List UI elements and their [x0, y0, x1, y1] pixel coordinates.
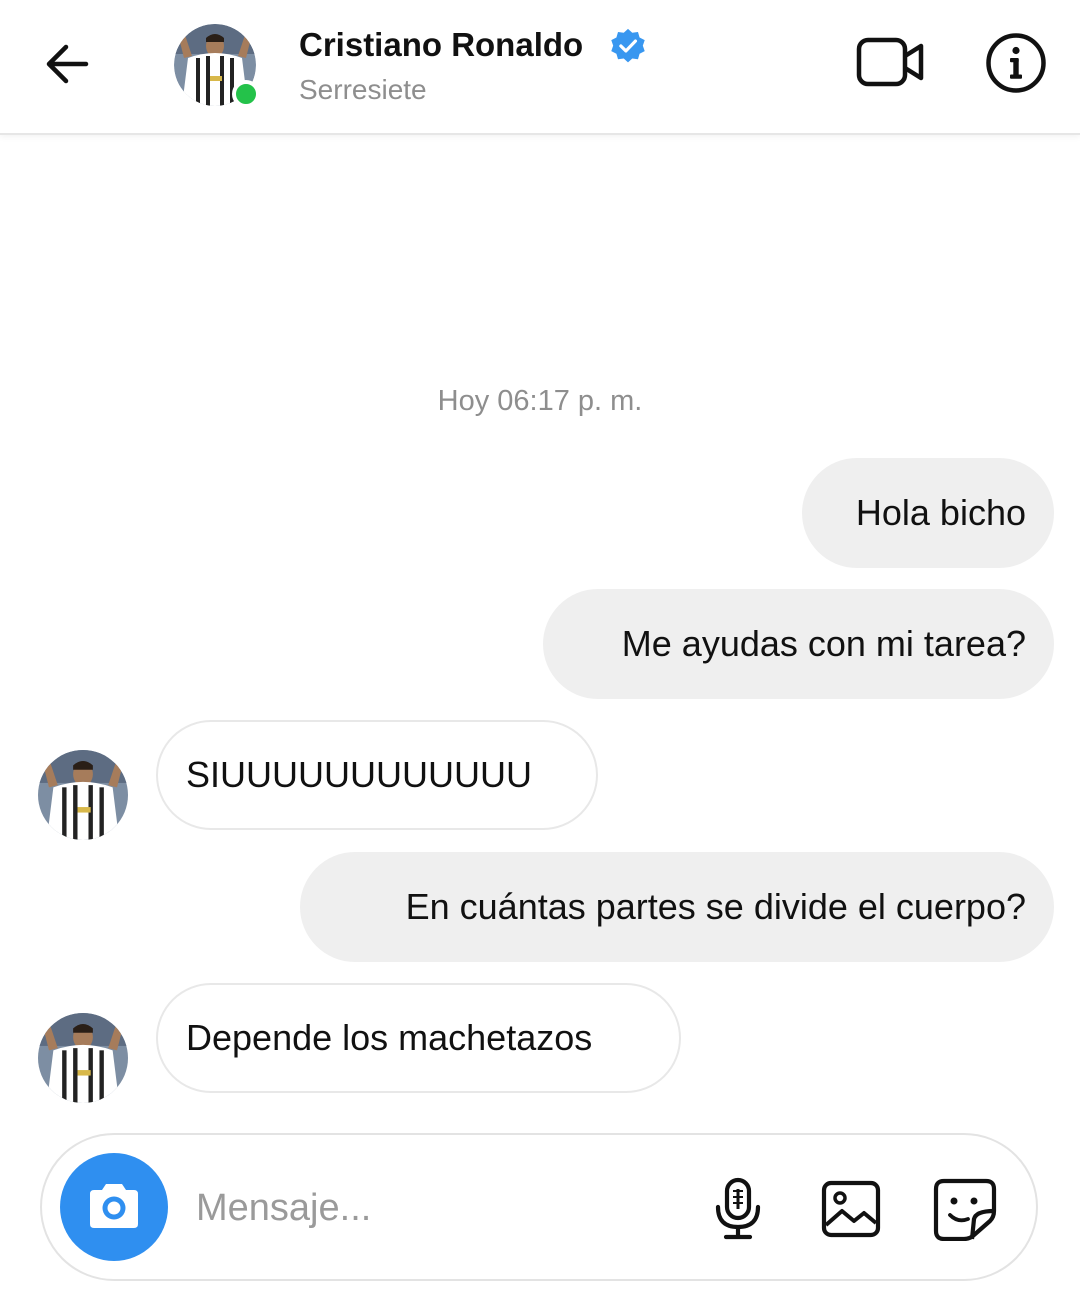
- contact-name[interactable]: Cristiano Ronaldo: [299, 26, 583, 64]
- info-button[interactable]: [985, 32, 1047, 94]
- online-status-dot: [232, 80, 260, 108]
- gallery-icon: [821, 1180, 881, 1238]
- sender-avatar[interactable]: [38, 750, 128, 840]
- camera-button[interactable]: [60, 1153, 168, 1261]
- avatar-image: [38, 750, 128, 840]
- microphone-button[interactable]: [710, 1177, 766, 1246]
- video-call-button[interactable]: [855, 34, 927, 90]
- back-arrow-icon: [46, 44, 89, 84]
- microphone-icon: [715, 1177, 761, 1240]
- back-button[interactable]: [40, 36, 96, 92]
- contact-avatar[interactable]: [174, 24, 260, 108]
- conversation-timestamp: Hoy 06:17 p. m.: [437, 385, 643, 417]
- sticker-button[interactable]: [932, 1177, 998, 1246]
- video-call-icon: [856, 37, 924, 87]
- sticker-icon: [933, 1178, 997, 1242]
- message-bubble-incoming[interactable]: SIUUUUUUUUUUUU: [156, 720, 598, 830]
- avatar-image: [38, 1013, 128, 1103]
- message-composer: [40, 1133, 1038, 1281]
- sender-avatar[interactable]: [38, 1013, 128, 1103]
- verified-badge-icon: [611, 28, 645, 63]
- message-bubble-incoming[interactable]: Depende los machetazos: [156, 983, 681, 1093]
- message-input[interactable]: [196, 1175, 696, 1241]
- message-bubble-outgoing[interactable]: Hola bicho: [802, 458, 1054, 568]
- message-bubble-outgoing[interactable]: En cuántas partes se divide el cuerpo?: [300, 852, 1054, 962]
- gallery-button[interactable]: [820, 1179, 882, 1244]
- chat-header: Cristiano Ronaldo Serresiete: [0, 0, 1080, 135]
- info-icon: [986, 33, 1046, 93]
- message-bubble-outgoing[interactable]: Me ayudas con mi tarea?: [543, 589, 1054, 699]
- contact-subtitle: Serresiete: [299, 74, 427, 105]
- camera-icon: [90, 1184, 138, 1228]
